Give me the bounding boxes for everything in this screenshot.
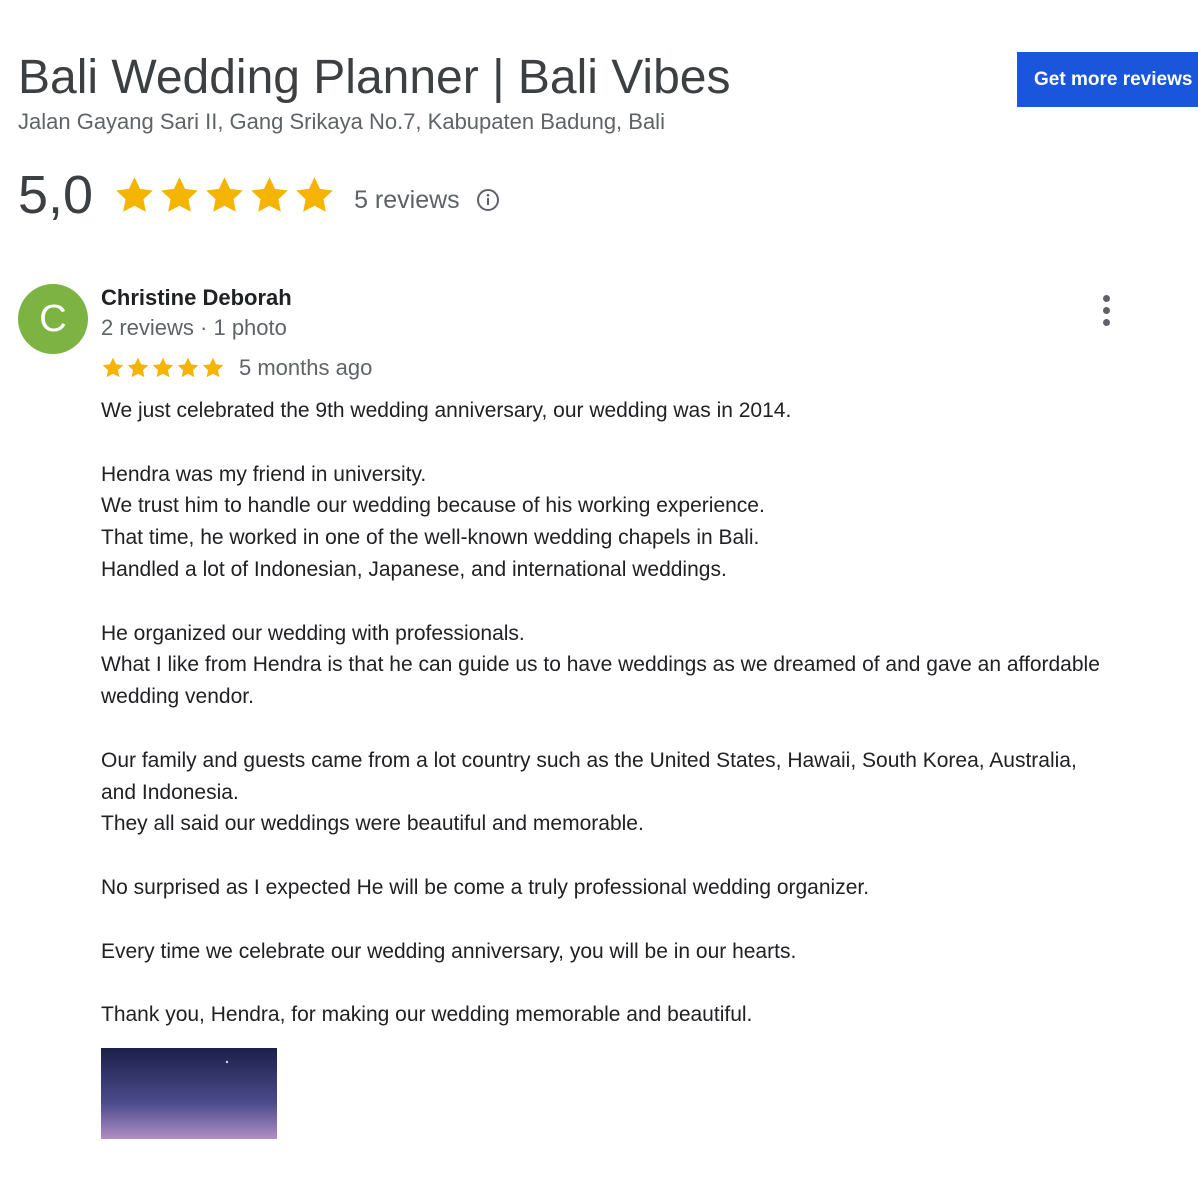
review-line: He organized our wedding with profession… <box>101 621 525 645</box>
star-icon <box>152 357 174 378</box>
menu-dot <box>1102 318 1110 326</box>
menu-dot <box>1102 294 1110 302</box>
review-paragraph: He organized our wedding with profession… <box>101 618 1101 713</box>
star-icon <box>127 357 149 378</box>
avatar[interactable]: C <box>18 284 88 354</box>
review-photo-image <box>101 1048 277 1139</box>
review-line: Every time we celebrate our wedding anni… <box>101 939 797 963</box>
review-stars <box>101 356 225 380</box>
review-photo[interactable] <box>101 1048 277 1139</box>
review-line: That time, he worked in one of the well-… <box>101 526 760 550</box>
review-count[interactable]: 5 reviews <box>354 186 460 215</box>
review-line: What I like from Hendra is that he can g… <box>101 653 1100 709</box>
star-icon <box>202 357 224 378</box>
summary-stars <box>113 174 336 217</box>
reviewer-name[interactable]: Christine Deborah <box>101 284 292 312</box>
average-rating: 5,0 <box>18 165 94 225</box>
review-line: Our family and guests came from a lot co… <box>101 748 1077 804</box>
star-icon <box>296 176 333 212</box>
review-paragraph: No surprised as I expected He will be co… <box>101 872 1101 904</box>
review-line: They all said our weddings were beautifu… <box>101 812 644 836</box>
review-line: We just celebrated the 9th wedding anniv… <box>101 399 792 422</box>
review-paragraph: We just celebrated the 9th wedding anniv… <box>101 395 1101 427</box>
review-paragraph: Hendra was my friend in university. We tr… <box>101 459 1101 586</box>
review-paragraph: Thank you, Hendra, for making our weddin… <box>101 999 1101 1031</box>
star-icon <box>116 176 153 212</box>
review-rating-row: 5 months ago <box>101 354 372 382</box>
star-icon <box>251 176 288 212</box>
star-icon <box>102 357 124 378</box>
rating-summary: 5,0 5 reviews <box>18 160 500 230</box>
get-more-reviews-button[interactable]: Get more reviews <box>1017 52 1198 107</box>
review-paragraph: Every time we celebrate our wedding anni… <box>101 936 1101 968</box>
review-line: Thank you, Hendra, for making our weddin… <box>101 1003 753 1027</box>
review-age: 5 months ago <box>239 355 373 380</box>
more-vert-icon[interactable] <box>1088 290 1124 330</box>
info-circle-icon[interactable] <box>476 188 500 212</box>
star-icon <box>161 176 198 212</box>
business-address: Jalan Gayang Sari II, Gang Srikaya No.7,… <box>18 109 665 134</box>
review-line: Hendra was my friend in university. <box>101 462 427 486</box>
star-icon <box>206 176 243 212</box>
review-line: Handled a lot of Indonesian, Japanese, a… <box>101 557 727 581</box>
review-paragraph: Our family and guests came from a lot co… <box>101 745 1101 840</box>
review-text: We just celebrated the 9th wedding anniv… <box>101 395 1101 1031</box>
business-name: Bali Wedding Planner | Bali Vibes <box>18 51 731 104</box>
reviewer-meta: 2 reviews · 1 photo <box>101 315 287 340</box>
star-icon <box>177 357 199 378</box>
review-line: No surprised as I expected He will be co… <box>101 875 870 899</box>
menu-dot <box>1102 306 1110 314</box>
review-line: We trust him to handle our wedding becau… <box>101 494 765 518</box>
